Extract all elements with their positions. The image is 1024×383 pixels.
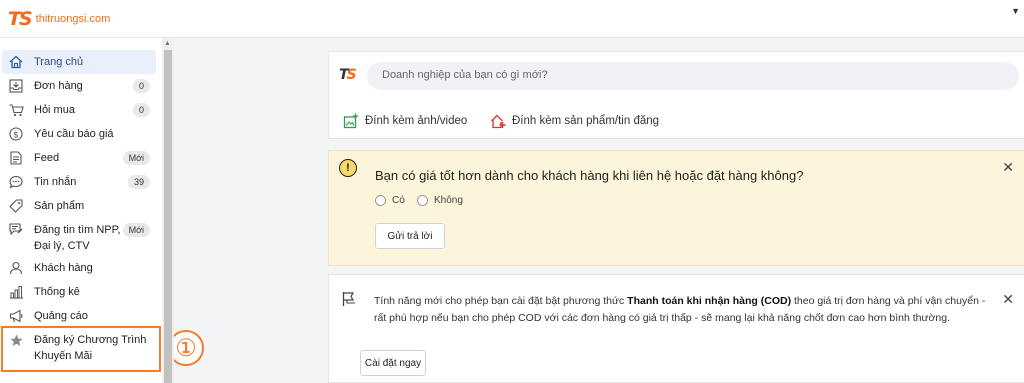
chat-bubble-icon xyxy=(8,174,24,190)
top-bar: TS thitruongsi.com ▼ xyxy=(0,0,1024,38)
attach-media-label: Đính kèm ảnh/video xyxy=(365,115,468,127)
sidebar-item-quote-requests[interactable]: $ Yêu cầu báo giá xyxy=(2,126,156,142)
cod-description: Tính năng mới cho phép bạn cài đặt bật p… xyxy=(374,293,994,327)
sidebar-item-ads[interactable]: Quảng cáo xyxy=(2,308,156,324)
new-badge: Mới xyxy=(122,151,150,165)
sidebar-item-label: Feed xyxy=(34,152,60,164)
post-composer-card: TS Doanh nghiệp của bạn có gì mới? Đính … xyxy=(328,51,1024,139)
radio-no-label: Không xyxy=(434,195,463,206)
attach-product-label: Đính kèm sản phẩm/tin đăng xyxy=(512,115,660,127)
close-icon[interactable]: ✕ xyxy=(1002,291,1014,308)
svg-text:$: $ xyxy=(13,130,19,140)
scroll-up-arrow-icon[interactable]: ▲ xyxy=(164,40,171,47)
new-badge: Mới xyxy=(122,223,150,237)
home-icon xyxy=(8,54,24,70)
scrollbar-thumb[interactable] xyxy=(164,50,172,383)
flag-icon xyxy=(342,292,355,306)
close-icon[interactable]: ✕ xyxy=(1002,159,1014,176)
sidebar-item-label: Đơn hàng xyxy=(34,80,83,92)
sidebar-item-label: Yêu cầu báo giá xyxy=(34,128,114,140)
document-icon xyxy=(8,150,24,166)
product-add-icon xyxy=(491,114,506,129)
cart-icon xyxy=(8,102,24,118)
warning-icon: ! xyxy=(339,159,357,177)
chevron-down-icon[interactable]: ▼ xyxy=(1011,6,1020,16)
count-badge: 39 xyxy=(127,175,150,189)
highlight-annotation-box xyxy=(1,326,161,372)
company-avatar: TS xyxy=(339,67,357,83)
setup-now-button[interactable]: Cài đặt ngay xyxy=(360,350,426,376)
sidebar-item-customers[interactable]: Khách hàng xyxy=(2,260,156,276)
sidebar-item-inquiries[interactable]: Hỏi mua 0 xyxy=(2,102,156,118)
sidebar-item-label: Hỏi mua xyxy=(34,104,75,116)
sidebar-item-label: Quảng cáo xyxy=(34,310,88,322)
post-icon xyxy=(8,222,24,238)
sidebar-item-orders[interactable]: Đơn hàng 0 xyxy=(2,78,156,94)
radio-circle[interactable] xyxy=(375,195,386,206)
inbox-download-icon xyxy=(8,78,24,94)
radio-circle[interactable] xyxy=(417,195,428,206)
sidebar-item-products[interactable]: Sản phẩm xyxy=(2,198,156,214)
sidebar-item-label: Thống kê xyxy=(34,286,80,298)
bar-chart-icon xyxy=(8,284,24,300)
dollar-circle-icon: $ xyxy=(8,126,24,142)
cod-text-before: Tính năng mới cho phép bạn cài đặt bật p… xyxy=(374,295,628,307)
submit-answer-button[interactable]: Gửi trả lời xyxy=(375,223,445,249)
user-icon xyxy=(8,260,24,276)
image-add-icon xyxy=(343,113,359,129)
megaphone-icon xyxy=(8,308,24,324)
sidebar-item-statistics[interactable]: Thống kê xyxy=(2,284,156,300)
attach-product-button[interactable]: Đính kèm sản phẩm/tin đăng xyxy=(490,113,659,129)
sidebar-item-feed[interactable]: Feed Mới xyxy=(2,150,156,166)
sidebar-item-label: Sản phẩm xyxy=(34,200,85,212)
sidebar-item-label: Đăng tin tìm NPP, Đại lý, CTV xyxy=(34,224,121,252)
tag-icon xyxy=(8,198,24,214)
sidebar-item-label: Trang chủ xyxy=(34,56,84,68)
sidebar-item-home[interactable]: Trang chủ xyxy=(2,50,156,74)
attach-media-button[interactable]: Đính kèm ảnh/video xyxy=(343,113,467,129)
price-question-card: ! Bạn có giá tốt hơn dành cho khách hàng… xyxy=(328,150,1024,266)
radio-no[interactable]: Không xyxy=(417,195,463,206)
question-title: Bạn có giá tốt hơn dành cho khách hàng k… xyxy=(375,168,804,183)
post-input[interactable]: Doanh nghiệp của bạn có gì mới? xyxy=(367,62,1019,90)
site-logo[interactable]: TS thitruongsi.com xyxy=(8,8,110,30)
sidebar-item-label: Khách hàng xyxy=(34,262,93,274)
cod-feature-card: Tính năng mới cho phép bạn cài đặt bật p… xyxy=(328,274,1024,383)
logo-text: thitruongsi.com xyxy=(35,13,111,25)
sidebar-item-messages[interactable]: Tin nhắn 39 xyxy=(2,174,156,190)
sidebar-item-label: Tin nhắn xyxy=(34,176,77,188)
logo-mark: TS xyxy=(8,8,33,30)
radio-yes[interactable]: Có xyxy=(375,195,405,206)
count-badge: 0 xyxy=(132,103,150,117)
cod-text-bold: Thanh toán khi nhận hàng (COD) xyxy=(627,295,792,307)
radio-yes-label: Có xyxy=(392,195,405,206)
count-badge: 0 xyxy=(132,79,150,93)
sidebar-item-distributor-post[interactable]: Đăng tin tìm NPP, Đại lý, CTV Mới xyxy=(2,222,156,254)
